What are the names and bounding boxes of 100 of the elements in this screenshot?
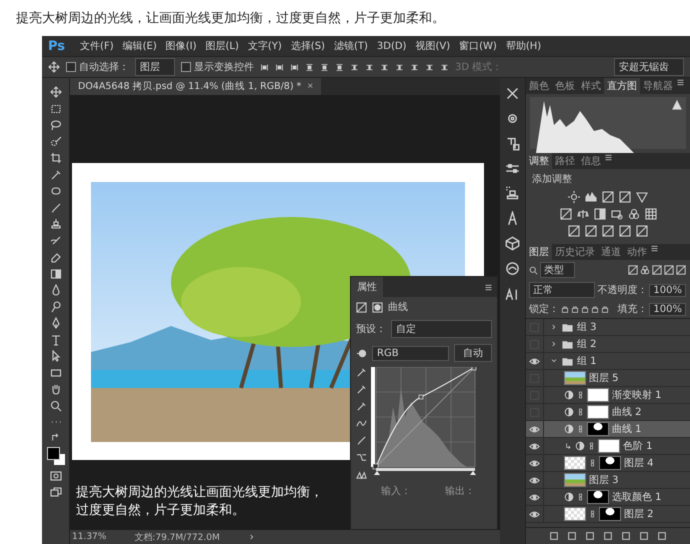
dodge-tool-icon[interactable]	[50, 300, 62, 312]
move-tool-icon[interactable]	[48, 61, 60, 73]
filter-dropdown[interactable]: 类型	[540, 262, 575, 278]
layer-row[interactable]: 曲线 1	[526, 421, 690, 438]
properties-tab[interactable]: 属性	[351, 277, 383, 297]
menu-item[interactable]: 窗口(W)	[459, 39, 497, 53]
gradient-tool-icon[interactable]	[50, 268, 62, 280]
panel-tab[interactable]: 调整	[526, 153, 552, 169]
rectangle-tool-icon[interactable]	[50, 366, 62, 378]
menu-item[interactable]: 编辑(E)	[122, 39, 157, 53]
pencil-icon[interactable]	[356, 435, 367, 446]
chevron-down-icon[interactable]	[550, 357, 558, 365]
distribute-middle-icon[interactable]	[365, 62, 374, 72]
panel-tab[interactable]: 动作	[624, 244, 650, 260]
stamp-icon[interactable]	[505, 186, 520, 201]
balance-icon[interactable]	[576, 208, 588, 220]
panel-menu-icon[interactable]	[484, 282, 493, 292]
stamp-tool-icon[interactable]	[50, 218, 62, 230]
triangle-icon[interactable]	[636, 191, 648, 203]
panel-tab[interactable]: 导航器	[640, 78, 676, 94]
antialias-dropdown[interactable]: 安超无锯齿	[614, 58, 684, 76]
blend-mode-dropdown[interactable]: 正常	[529, 282, 596, 298]
auto-align-icon[interactable]	[440, 62, 449, 72]
panel-tab[interactable]: 颜色	[526, 78, 552, 94]
menu-item[interactable]: 滤镜(T)	[334, 39, 368, 53]
lasso-tool-icon[interactable]	[50, 119, 62, 131]
glyph-icon[interactable]	[505, 211, 520, 226]
fill-field[interactable]: 100%	[649, 302, 686, 316]
history-brush-icon[interactable]	[50, 234, 62, 246]
move-lock-icon[interactable]	[581, 305, 589, 313]
menu-item[interactable]: 视图(V)	[415, 39, 450, 53]
align-top-icon[interactable]	[260, 62, 269, 72]
panel-tab[interactable]: 色板	[552, 78, 578, 94]
layer-row[interactable]: 图层 5	[526, 370, 690, 387]
brush-tool-icon[interactable]	[50, 202, 62, 214]
eraser-tool-icon[interactable]	[50, 251, 62, 263]
screen-mode-icon[interactable]	[50, 486, 62, 498]
distribute-top-icon[interactable]	[350, 62, 359, 72]
half-square-icon[interactable]	[594, 208, 606, 220]
panel-tab[interactable]: 路径	[552, 153, 578, 169]
layer-row[interactable]: 图层 3	[526, 472, 690, 489]
layer-row[interactable]: 组 2	[526, 336, 690, 353]
quick-selection-icon[interactable]	[50, 136, 62, 148]
checkbox[interactable]	[181, 62, 191, 72]
eyedropper-icon[interactable]	[356, 384, 367, 395]
sliders-icon[interactable]	[505, 161, 520, 176]
panel-tab[interactable]: 直方图	[604, 78, 640, 94]
warning-icon[interactable]	[672, 100, 682, 110]
cube-icon[interactable]	[505, 236, 520, 251]
lock-icon[interactable]	[601, 305, 609, 313]
hand-tool-icon[interactable]	[50, 383, 62, 395]
layer-row[interactable]: 色阶 1	[526, 438, 690, 455]
levels-icon[interactable]	[585, 191, 597, 203]
menu-item[interactable]: 选择(S)	[290, 39, 325, 53]
layer-row[interactable]: 组 3	[526, 319, 690, 336]
drop-icon[interactable]	[50, 284, 62, 296]
brush-lock-icon[interactable]	[571, 305, 579, 313]
align-left-icon[interactable]	[305, 62, 314, 72]
panel-menu-icon[interactable]	[604, 153, 613, 162]
histogram-warning-icon[interactable]	[356, 469, 367, 480]
eye-svg[interactable]	[529, 458, 540, 468]
grid-icon[interactable]	[644, 208, 656, 220]
crop-tool-icon[interactable]	[50, 152, 62, 164]
panel-tab[interactable]: 样式	[578, 78, 604, 94]
artboard-lock-icon[interactable]	[591, 305, 599, 313]
chevron-right-icon[interactable]	[248, 533, 256, 541]
panel-tab[interactable]: 历史记录	[552, 244, 598, 260]
camera-icon[interactable]	[610, 208, 622, 220]
search-icon[interactable]	[529, 266, 538, 274]
brightness-icon[interactable]	[568, 191, 580, 203]
auto-button[interactable]: 自动	[454, 344, 492, 362]
close-button[interactable]: ×	[307, 81, 314, 92]
color-swatches[interactable]	[46, 447, 64, 465]
align-center-icon[interactable]	[320, 62, 329, 72]
pen-tool-icon[interactable]	[50, 317, 62, 329]
eye-svg[interactable]	[529, 492, 540, 502]
circles-icon[interactable]	[628, 208, 640, 220]
distribute-center-icon[interactable]	[410, 62, 419, 72]
menu-item[interactable]: 文字(Y)	[248, 39, 282, 53]
chevron-right-icon[interactable]	[550, 340, 558, 348]
crossed-tools-icon[interactable]	[505, 86, 520, 101]
preset-dropdown[interactable]: 自定	[391, 320, 492, 338]
target-dropdown[interactable]: 图层	[135, 58, 175, 76]
curve-point-icon[interactable]	[356, 418, 367, 429]
panel-tab[interactable]: 通道	[598, 244, 624, 260]
bandage-icon[interactable]	[50, 185, 62, 197]
target-adjust-icon[interactable]	[356, 348, 367, 358]
menu-item[interactable]: 3D(D)	[376, 40, 406, 52]
layer-row[interactable]: 组 1	[526, 353, 690, 370]
distribute-left-icon[interactable]	[395, 62, 404, 72]
chevron-right-icon[interactable]	[550, 323, 558, 331]
menu-item[interactable]: 文件(F)	[80, 39, 114, 53]
swap-colors-icon[interactable]	[50, 432, 60, 442]
layer-row[interactable]: 渐变映射 1	[526, 387, 690, 404]
align-middle-icon[interactable]	[275, 62, 284, 72]
arrow-pointer-icon[interactable]	[50, 350, 62, 362]
marquee-tool-icon[interactable]	[50, 102, 62, 114]
eye-svg[interactable]	[529, 440, 540, 452]
eyedropper-icon[interactable]	[356, 401, 367, 412]
eye-svg[interactable]	[529, 474, 540, 486]
